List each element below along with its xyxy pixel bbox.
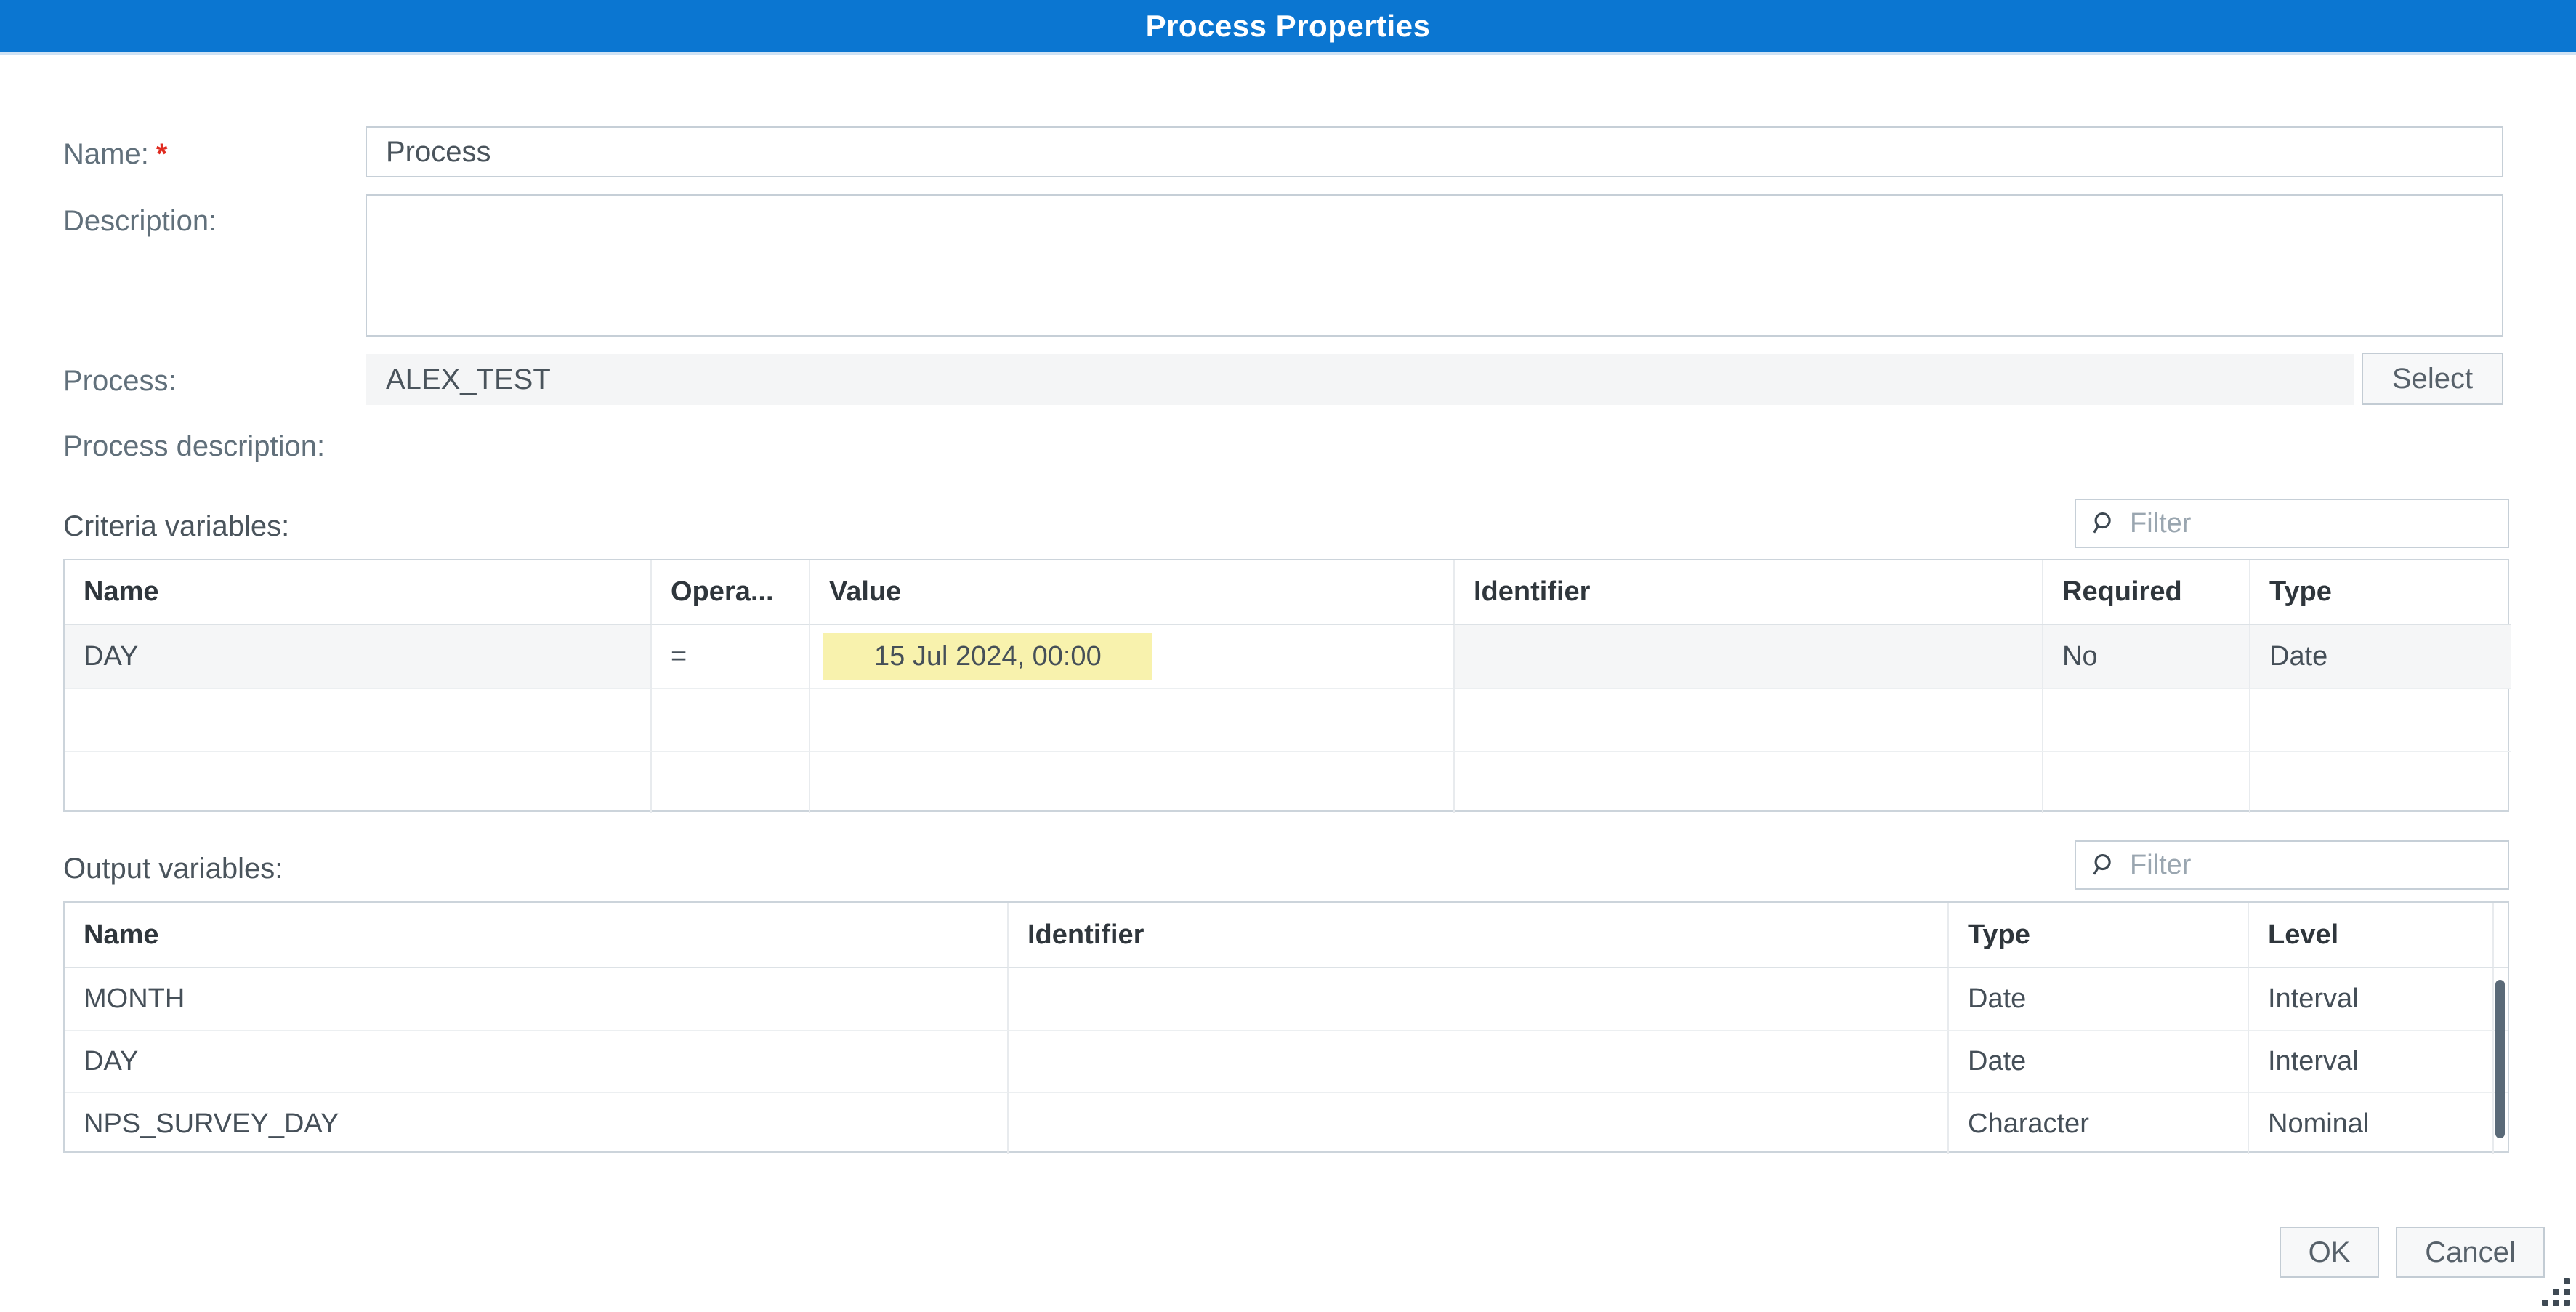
criteria-col-operator[interactable]: Opera... xyxy=(652,560,810,625)
output-row-2-level[interactable]: Nominal xyxy=(2249,1092,2494,1154)
criteria-col-type[interactable]: Type xyxy=(2250,560,2511,625)
criteria-row-2-type[interactable] xyxy=(2250,751,2511,813)
process-properties-dialog: Process Properties Name:* Description: P… xyxy=(0,0,2576,1312)
process-description-label: Process description: xyxy=(63,430,325,463)
criteria-row-0-required[interactable]: No xyxy=(2043,625,2250,688)
output-col-level[interactable]: Level xyxy=(2249,903,2494,968)
output-filter xyxy=(2075,840,2509,890)
criteria-filter-input[interactable] xyxy=(2118,499,2508,547)
output-variables-table: Name Identifier Type Level MONTH Date In… xyxy=(63,901,2509,1153)
output-row-2-name[interactable]: NPS_SURVEY_DAY xyxy=(65,1092,1009,1154)
criteria-variables-table: Name Opera... Value Identifier Required … xyxy=(63,559,2509,812)
output-table-scrollbar[interactable] xyxy=(2495,980,2505,1138)
process-label: Process: xyxy=(63,365,177,398)
criteria-row-0-type[interactable]: Date xyxy=(2250,625,2511,688)
criteria-col-identifier[interactable]: Identifier xyxy=(1455,560,2043,625)
description-textarea[interactable] xyxy=(366,194,2503,337)
description-label: Description: xyxy=(63,205,217,238)
criteria-col-value[interactable]: Value xyxy=(810,560,1455,625)
output-col-name[interactable]: Name xyxy=(65,903,1009,968)
output-row-1-name[interactable]: DAY xyxy=(65,1030,1009,1092)
search-icon xyxy=(2091,851,2118,879)
output-col-type[interactable]: Type xyxy=(1949,903,2249,968)
criteria-col-required[interactable]: Required xyxy=(2043,560,2250,625)
criteria-row-1-operator[interactable] xyxy=(652,688,810,751)
cancel-button[interactable]: Cancel xyxy=(2396,1227,2545,1278)
ok-button[interactable]: OK xyxy=(2280,1227,2379,1278)
output-row-1-level[interactable]: Interval xyxy=(2249,1030,2494,1092)
output-filter-input[interactable] xyxy=(2118,841,2508,889)
output-row-0-level[interactable]: Interval xyxy=(2249,968,2494,1030)
criteria-variables-label: Criteria variables: xyxy=(63,510,289,543)
criteria-row-0-name[interactable]: DAY xyxy=(65,625,652,688)
output-scrollbar-gutter-header xyxy=(2494,903,2508,968)
criteria-row-2-name[interactable] xyxy=(65,751,652,813)
criteria-row-1-required[interactable] xyxy=(2043,688,2250,751)
dialog-title: Process Properties xyxy=(1146,9,1431,44)
highlighted-value[interactable]: 15 Jul 2024, 00:00 xyxy=(823,633,1152,680)
criteria-row-2-operator[interactable] xyxy=(652,751,810,813)
name-input[interactable] xyxy=(366,126,2503,177)
criteria-row-0-identifier[interactable] xyxy=(1455,625,2043,688)
name-label: Name:* xyxy=(63,138,167,171)
search-icon xyxy=(2091,510,2118,537)
criteria-row-1-name[interactable] xyxy=(65,688,652,751)
output-row-2-identifier[interactable] xyxy=(1009,1092,1949,1154)
criteria-col-name[interactable]: Name xyxy=(65,560,652,625)
output-col-identifier[interactable]: Identifier xyxy=(1009,903,1949,968)
criteria-row-0-operator[interactable]: = xyxy=(652,625,810,688)
criteria-row-2-required[interactable] xyxy=(2043,751,2250,813)
output-row-0-identifier[interactable] xyxy=(1009,968,1949,1030)
resize-grip-icon[interactable] xyxy=(2542,1278,2570,1306)
output-row-0-type[interactable]: Date xyxy=(1949,968,2249,1030)
output-row-1-type[interactable]: Date xyxy=(1949,1030,2249,1092)
dialog-titlebar: Process Properties xyxy=(0,0,2576,55)
output-variables-label: Output variables: xyxy=(63,853,283,885)
output-row-0-name[interactable]: MONTH xyxy=(65,968,1009,1030)
criteria-row-1-identifier[interactable] xyxy=(1455,688,2043,751)
criteria-row-2-value[interactable] xyxy=(810,751,1455,813)
criteria-row-1-type[interactable] xyxy=(2250,688,2511,751)
criteria-row-1-value[interactable] xyxy=(810,688,1455,751)
output-row-1-identifier[interactable] xyxy=(1009,1030,1949,1092)
output-row-2-type[interactable]: Character xyxy=(1949,1092,2249,1154)
required-asterisk: * xyxy=(156,138,168,170)
criteria-row-2-identifier[interactable] xyxy=(1455,751,2043,813)
process-value-field: ALEX_TEST xyxy=(366,354,2354,405)
criteria-row-0-value[interactable]: 15 Jul 2024, 00:00 xyxy=(810,625,1455,688)
criteria-filter xyxy=(2075,499,2509,548)
select-button[interactable]: Select xyxy=(2362,353,2503,405)
